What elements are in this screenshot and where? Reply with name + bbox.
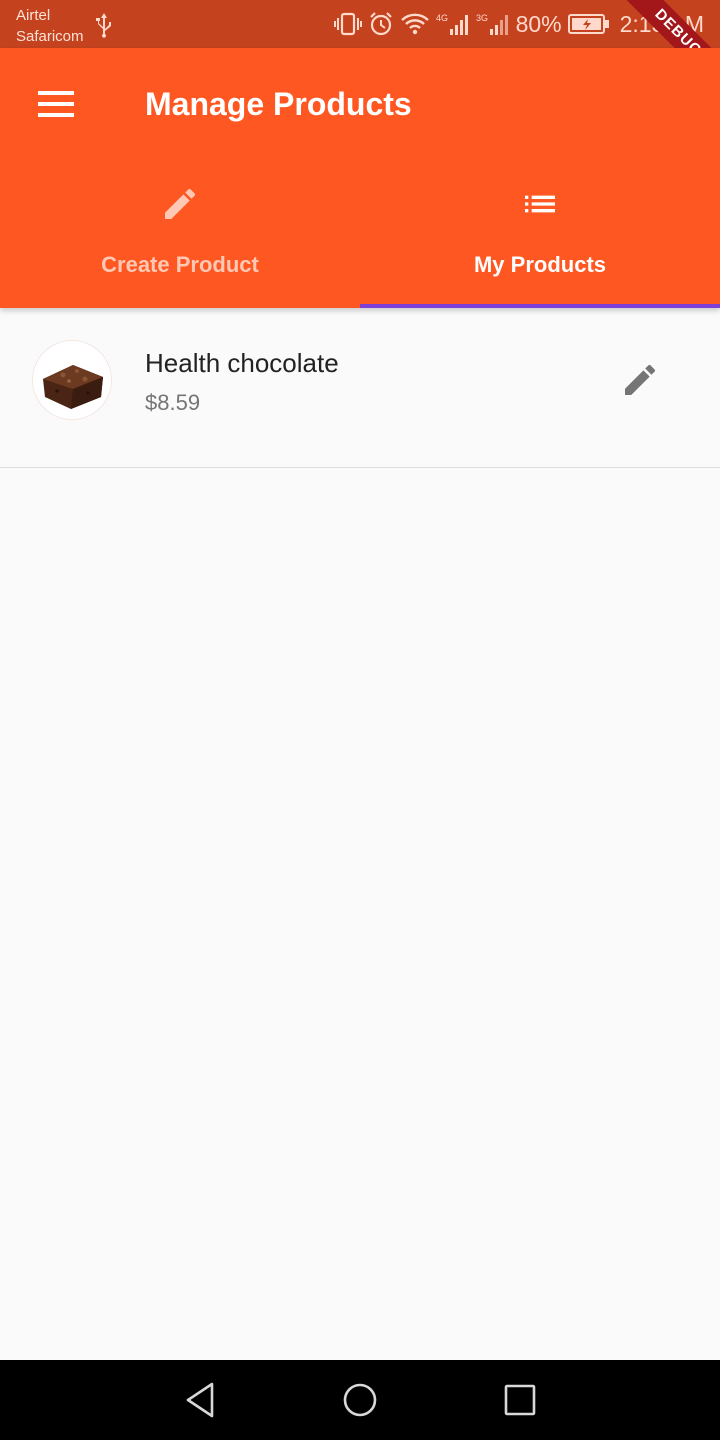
app-bar: Manage Products Create Product My Produc…	[0, 48, 720, 308]
carrier-1: Airtel	[16, 7, 51, 24]
product-price: $8.59	[145, 390, 201, 415]
system-nav-bar	[0, 1360, 720, 1440]
back-button[interactable]	[160, 1370, 240, 1430]
signal-3g-icon: 3G	[476, 11, 510, 37]
battery-icon	[567, 12, 610, 36]
product-name: Health chocolate	[145, 348, 339, 378]
brownie-image	[33, 341, 111, 419]
page-title: Manage Products	[145, 86, 412, 122]
home-button[interactable]	[320, 1370, 400, 1430]
menu-icon	[38, 91, 74, 117]
tab-create-product[interactable]: Create Product	[0, 160, 360, 308]
battery-percent: 80%	[515, 10, 562, 37]
alarm-icon	[368, 11, 394, 37]
wifi-icon	[400, 11, 430, 37]
back-icon	[186, 1382, 214, 1418]
product-list-item[interactable]: Health chocolate $8.59	[0, 308, 720, 468]
usb-icon	[94, 12, 114, 43]
vibrate-icon	[333, 11, 362, 37]
network-1-label: 4G	[436, 13, 448, 23]
pencil-icon	[165, 188, 196, 219]
menu-button[interactable]	[22, 70, 90, 138]
network-2-label: 3G	[476, 13, 488, 23]
carrier-2: Safaricom	[16, 28, 84, 45]
home-icon	[343, 1383, 377, 1417]
list-icon	[525, 195, 555, 213]
edit-icon	[625, 364, 656, 395]
edit-product-button[interactable]	[604, 344, 676, 416]
tab-create-label: Create Product	[101, 252, 259, 277]
product-image	[32, 340, 112, 420]
tab-my-products[interactable]: My Products	[360, 160, 720, 308]
tab-my-label: My Products	[473, 252, 607, 277]
recent-apps-icon	[504, 1384, 536, 1416]
recent-apps-button[interactable]	[480, 1370, 560, 1430]
status-bar: Airtel Safaricom 4G 3G 80% DEBUG	[0, 0, 720, 48]
signal-4g-icon: 4G	[436, 11, 470, 37]
carrier-labels: Airtel Safaricom	[16, 5, 84, 47]
